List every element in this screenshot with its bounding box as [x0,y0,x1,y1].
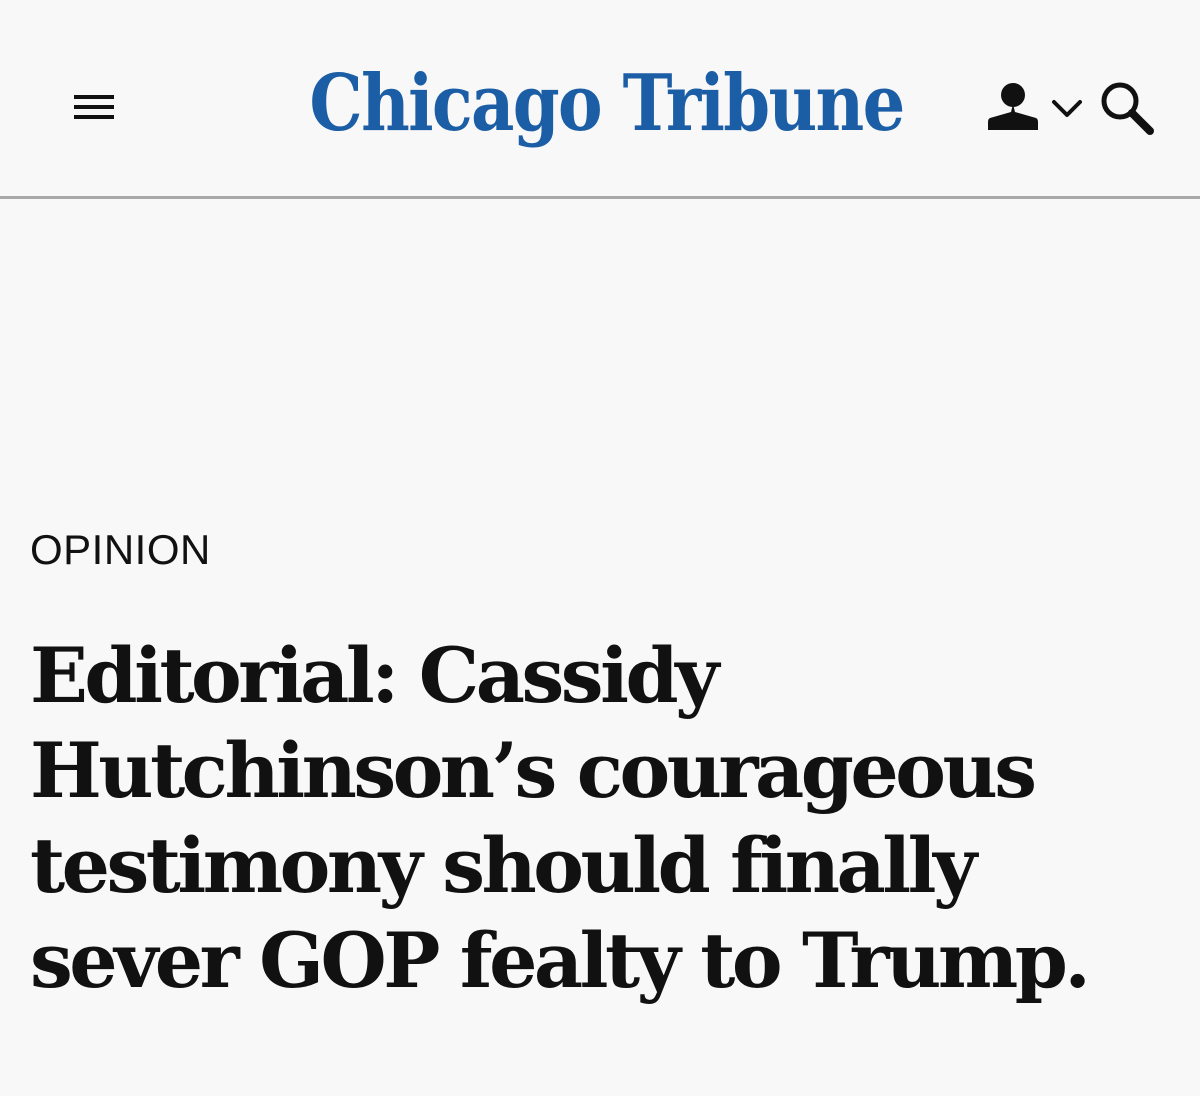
section-label[interactable]: OPINION [30,526,211,574]
site-logo[interactable]: Chicago Tribune [309,52,905,162]
search-icon [1101,82,1154,135]
chevron-down-icon [1052,100,1082,117]
search-button[interactable] [1096,78,1158,138]
article-headline: Editorial: Cassidy Hutchinson’s courageo… [30,631,1091,1005]
account-button[interactable] [984,80,1088,136]
hamburger-icon [74,95,114,119]
site-header: Chicago Tribune [0,0,1200,199]
menu-button[interactable] [68,88,120,126]
user-icon [988,83,1038,130]
